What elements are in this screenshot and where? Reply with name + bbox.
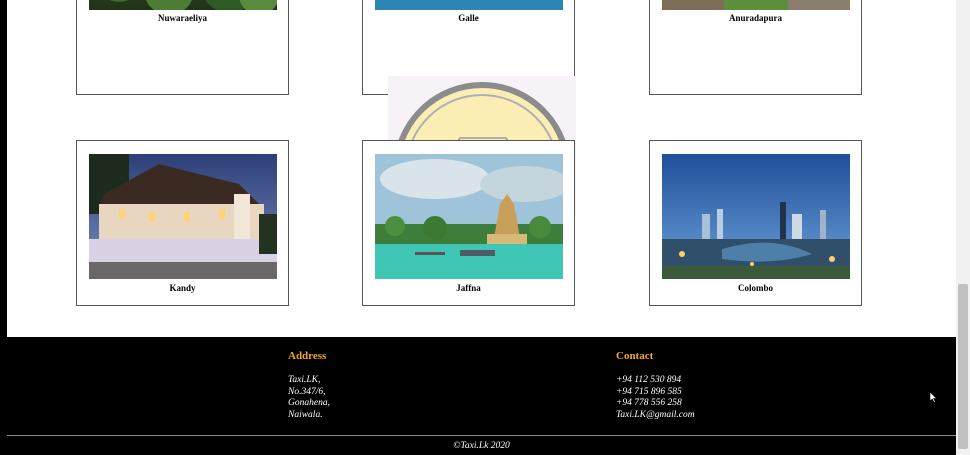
- destination-photo-colombo: [662, 154, 850, 279]
- destination-card-kandy[interactable]: Kandy: [76, 140, 289, 306]
- window-frame-left: [0, 0, 7, 455]
- destination-photo-jaffna: [375, 154, 563, 279]
- address-heading: Address: [288, 350, 327, 362]
- contact-block: +94 112 530 894 +94 715 896 585 +94 778 …: [616, 375, 695, 421]
- address-block: Taxi.LK, No.347/6, Gonahena, Naiwala.: [288, 375, 330, 421]
- destination-name: Anuradapura: [728, 13, 782, 23]
- page-scrollbar[interactable]: [956, 0, 970, 455]
- footer-divider: [7, 435, 956, 436]
- copyright-text: ©Taxi.Lk 2020: [453, 441, 510, 451]
- contact-heading: Contact: [616, 350, 654, 362]
- contact-phone-2: +94 715 896 585: [616, 386, 682, 397]
- page-content: Nuwaraeliya Galle Anuradapura Kandy Jaff…: [7, 0, 956, 337]
- destination-name: Galle: [458, 13, 479, 23]
- destination-card-jaffna[interactable]: Jaffna: [362, 140, 575, 306]
- destination-card-nuwaraeliya[interactable]: Nuwaraeliya: [76, 0, 289, 95]
- contact-phone-3: +94 778 556 258: [616, 398, 682, 408]
- address-line: Taxi.LK,: [288, 375, 321, 385]
- contact-email: Taxi.LK@gmail.com: [616, 409, 695, 420]
- destination-photo-anuradapura: [662, 0, 850, 10]
- destination-photo-nuwaraeliya: [89, 0, 277, 10]
- destination-name: Kandy: [169, 283, 196, 293]
- address-line: Gonahena,: [288, 398, 330, 408]
- destination-card-anuradapura[interactable]: Anuradapura: [649, 0, 862, 95]
- destination-name: Jaffna: [456, 283, 481, 293]
- scrollbar-thumb[interactable]: [958, 284, 968, 449]
- destination-name: Colombo: [737, 283, 773, 293]
- address-line: Naiwala.: [288, 409, 323, 420]
- destination-name: Nuwaraeliya: [158, 13, 207, 23]
- destination-card-colombo[interactable]: Colombo: [649, 140, 862, 306]
- contact-phone-1: +94 112 530 894: [616, 375, 682, 385]
- site-footer: Address Taxi.LK, No.347/6, Gonahena, Nai…: [7, 337, 956, 455]
- destination-photo-kandy: [89, 154, 277, 279]
- mouse-cursor-icon: [930, 392, 938, 403]
- destination-photo-galle: [375, 0, 563, 10]
- address-line: No.347/6,: [288, 386, 326, 397]
